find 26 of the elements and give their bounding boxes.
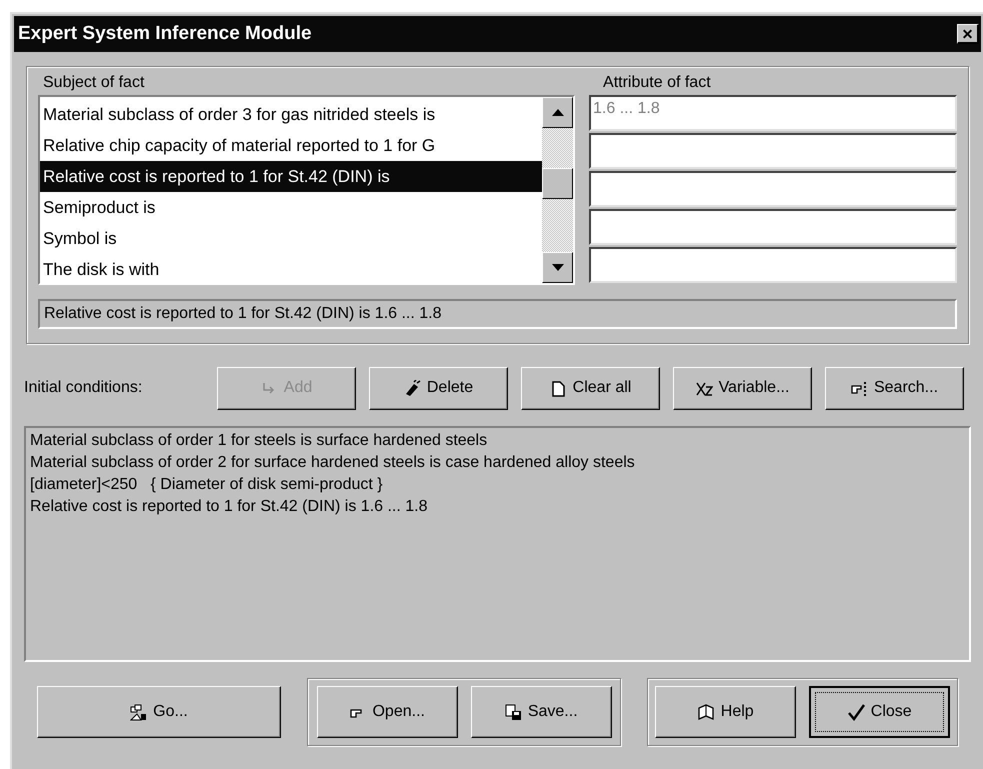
close-button[interactable]: ×	[957, 24, 979, 44]
attribute-label: Attribute of fact	[602, 73, 712, 93]
dialog-button[interactable]: Save...	[470, 686, 612, 738]
toolbar-button[interactable]: Clear all	[521, 366, 660, 410]
condition-line: Material subclass of order 2 for surface hardened steels is case hardened alloy steels	[30, 453, 635, 473]
list-item[interactable]: Material subclass of order 3 for gas nitrided steels is	[40, 99, 542, 130]
dialog-button[interactable]: Go...	[37, 686, 281, 738]
toolbar-button[interactable]: Search...	[825, 366, 964, 410]
condition-line: [diameter]<250 { Diameter of disk semi-product }	[30, 475, 383, 495]
window-title: Expert System Inference Module	[18, 22, 312, 46]
fact-preview-field: Relative cost is reported to 1 for St.42 (DIN) is 1.6 ... 1.8	[38, 299, 957, 329]
condition-line: Relative cost is reported to 1 for St.42 (DIN) is 1.6 ... 1.8	[30, 497, 428, 517]
attribute-field[interactable]: 1.6 ... 1.8	[589, 95, 957, 131]
subject-label: Subject of fact	[42, 73, 146, 93]
conditions-label: Initial conditions:	[24, 378, 144, 398]
toolbar-button[interactable]: Delete	[369, 366, 508, 410]
list-item[interactable]: Relative cost is reported to 1 for St.42 (DIN) is	[40, 161, 542, 192]
list-item[interactable]: Relative chip capacity of material reported to 1 for G	[40, 130, 542, 161]
list-item[interactable]: Semiproduct is	[40, 192, 542, 223]
condition-line: Material subclass of order 1 for steels is surface hardened steels	[30, 431, 488, 451]
dialog-button[interactable]: Help	[655, 686, 796, 738]
list-item[interactable]: Symbol is	[40, 223, 542, 254]
list-item[interactable]: The disk is with	[40, 254, 542, 283]
dialog-button[interactable]: Open...	[316, 686, 458, 738]
dialog-button[interactable]: Close	[809, 686, 950, 738]
toolbar-button[interactable]: Variable...	[673, 366, 812, 410]
